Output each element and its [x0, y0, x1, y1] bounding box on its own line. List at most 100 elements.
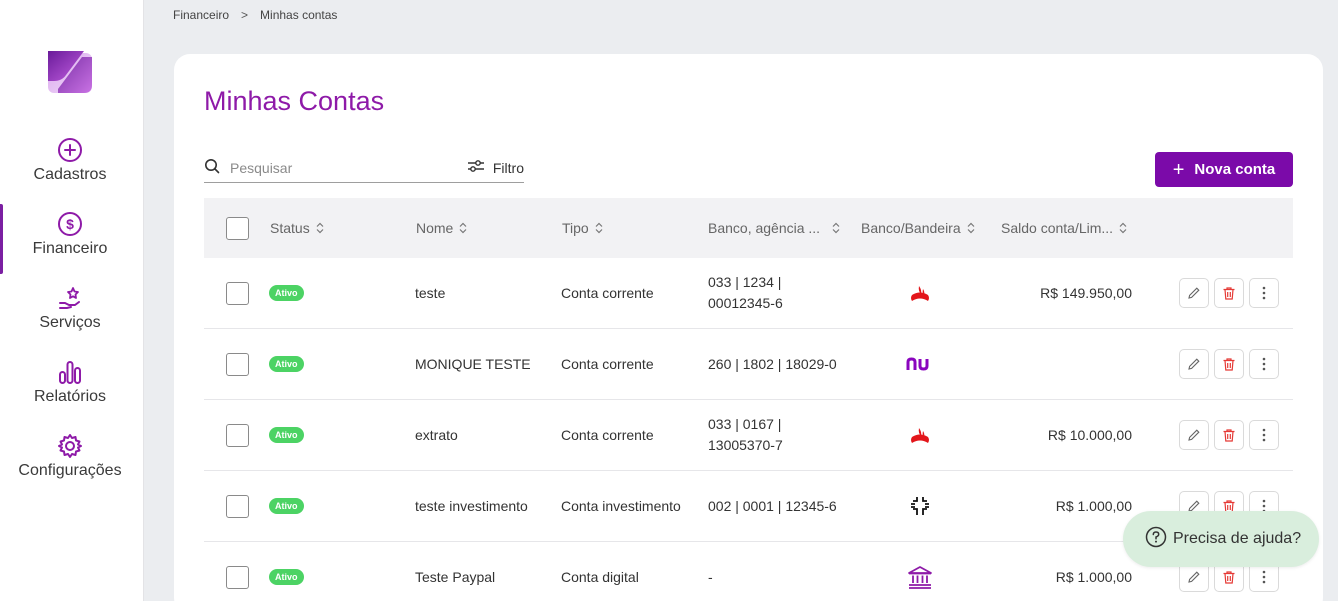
trash-icon: [1223, 357, 1235, 371]
tipo-cell: Conta corrente: [561, 427, 654, 443]
column-header-status[interactable]: Status: [270, 198, 324, 258]
breadcrumb-minhas-contas: Minhas contas: [260, 8, 338, 22]
select-all-checkbox[interactable]: [226, 216, 249, 240]
column-label: Nome: [416, 220, 454, 236]
sidebar-item-label: Relatórios: [33, 388, 107, 405]
filter-button[interactable]: Filtro: [467, 159, 524, 176]
delete-button[interactable]: [1214, 278, 1244, 308]
column-header-nome[interactable]: Nome: [416, 198, 467, 258]
row-select-wrapper: [226, 329, 249, 399]
row-actions: [1179, 258, 1279, 328]
table-row[interactable]: Ativo extrato Conta corrente 033 | 0167 …: [204, 400, 1293, 471]
row-select-wrapper: [226, 471, 249, 541]
sidebar-item-label: Financeiro: [32, 240, 108, 257]
pencil-icon: [1188, 429, 1200, 441]
plus-icon: +: [1172, 158, 1185, 181]
row-actions: [1179, 329, 1279, 399]
more-options-button[interactable]: [1249, 420, 1279, 450]
filter-label: Filtro: [492, 159, 524, 176]
sidebar-item-configuracoes[interactable]: Configurações: [0, 432, 140, 492]
table-row[interactable]: Ativo teste Conta corrente 033 | 1234 | 0…: [204, 258, 1293, 329]
nome-cell: extrato: [415, 427, 458, 443]
search-icon: [204, 158, 220, 179]
status-badge: Ativo: [269, 569, 304, 585]
new-account-button[interactable]: + Nova conta: [1155, 152, 1293, 187]
kebab-icon: [1262, 286, 1266, 300]
status-badge: Ativo: [269, 427, 304, 443]
sort-icon: [595, 222, 603, 234]
status-cell: Ativo: [269, 542, 304, 601]
banco-line: -: [708, 568, 713, 585]
column-label: Status: [270, 220, 310, 236]
trash-icon: [1223, 570, 1235, 584]
row-select-wrapper: [226, 400, 249, 470]
sidebar-item-servicos[interactable]: Serviços: [0, 284, 140, 344]
status-cell: Ativo: [269, 400, 304, 470]
banco-line: 002 | 0001 | 12345-6: [708, 497, 837, 514]
nome-cell: teste: [415, 285, 446, 301]
pencil-icon: [1188, 358, 1200, 370]
saldo-cell: R$ 10.000,00: [1047, 427, 1132, 443]
help-label: Precisa de ajuda?: [1173, 530, 1302, 547]
banco-cell: 033 | 1234 | 00012345-6: [708, 258, 783, 328]
edit-button[interactable]: [1179, 420, 1209, 450]
sidebar-item-financeiro[interactable]: $ Financeiro: [0, 210, 140, 270]
app-logo[interactable]: [44, 49, 96, 95]
delete-button[interactable]: [1214, 349, 1244, 379]
column-header-banco-bandeira[interactable]: Banco/Bandeira: [861, 198, 975, 258]
banco-line: 033 | 0167 |: [708, 416, 782, 432]
row-select-wrapper: [226, 258, 249, 328]
table-row[interactable]: Ativo MONIQUE TESTE Conta corrente 260 |…: [204, 329, 1293, 400]
status-cell: Ativo: [269, 329, 304, 399]
trash-icon: [1223, 428, 1235, 442]
row-checkbox[interactable]: [226, 565, 249, 589]
more-options-button[interactable]: [1249, 349, 1279, 379]
row-checkbox[interactable]: [226, 352, 249, 376]
sort-icon: [459, 222, 467, 234]
delete-button[interactable]: [1214, 420, 1244, 450]
sidebar-item-relatorios[interactable]: Relatórios: [0, 358, 140, 418]
row-checkbox[interactable]: [226, 423, 249, 447]
kebab-icon: [1262, 428, 1266, 442]
question-circle-icon: [1145, 526, 1167, 553]
column-label: Banco, agência ...: [708, 220, 821, 236]
breadcrumb-financeiro[interactable]: Financeiro: [173, 8, 229, 22]
chevron-right-icon: >: [241, 8, 249, 22]
tipo-cell: Conta corrente: [561, 285, 654, 301]
more-options-button[interactable]: [1249, 278, 1279, 308]
column-label: Tipo: [562, 220, 589, 236]
row-checkbox[interactable]: [226, 281, 249, 305]
trash-icon: [1223, 286, 1235, 300]
new-account-label: Nova conta: [1194, 161, 1276, 178]
santander-logo: [908, 400, 932, 470]
banco-cell: 033 | 0167 | 13005370-7: [708, 400, 783, 470]
pencil-icon: [1188, 287, 1200, 299]
search-bar: Filtro: [204, 154, 524, 183]
search-input[interactable]: [230, 160, 450, 176]
column-header-banco-agencia[interactable]: Banco, agência ...: [708, 198, 840, 258]
column-header-saldo[interactable]: Saldo conta/Lim...: [1001, 198, 1127, 258]
column-label: Saldo conta/Lim...: [1001, 220, 1114, 236]
plus-circle-icon: [56, 136, 84, 164]
column-header-tipo[interactable]: Tipo: [562, 198, 603, 258]
row-checkbox[interactable]: [226, 494, 249, 518]
saldo-cell: [964, 329, 1132, 399]
nubank-logo: [906, 329, 934, 399]
edit-button[interactable]: [1179, 278, 1209, 308]
edit-button[interactable]: [1179, 349, 1209, 379]
nome-cell: MONIQUE TESTE: [415, 356, 531, 372]
saldo-cell: R$ 1.000,00: [1055, 498, 1132, 514]
sidebar-item-label: Configurações: [18, 462, 122, 479]
sidebar: Cadastros $ Financeiro Serviços Relatóri…: [0, 0, 144, 601]
nome-cell: teste investimento: [415, 498, 528, 514]
sort-icon: [967, 222, 975, 234]
hand-star-icon: [56, 284, 84, 312]
help-button[interactable]: Precisa de ajuda?: [1123, 511, 1319, 567]
status-cell: Ativo: [269, 258, 304, 328]
status-badge: Ativo: [269, 285, 304, 301]
sidebar-item-cadastros[interactable]: Cadastros: [0, 136, 140, 196]
pencil-icon: [1188, 571, 1200, 583]
row-actions: [1179, 400, 1279, 470]
status-badge: Ativo: [269, 356, 304, 372]
sliders-icon: [467, 159, 485, 176]
